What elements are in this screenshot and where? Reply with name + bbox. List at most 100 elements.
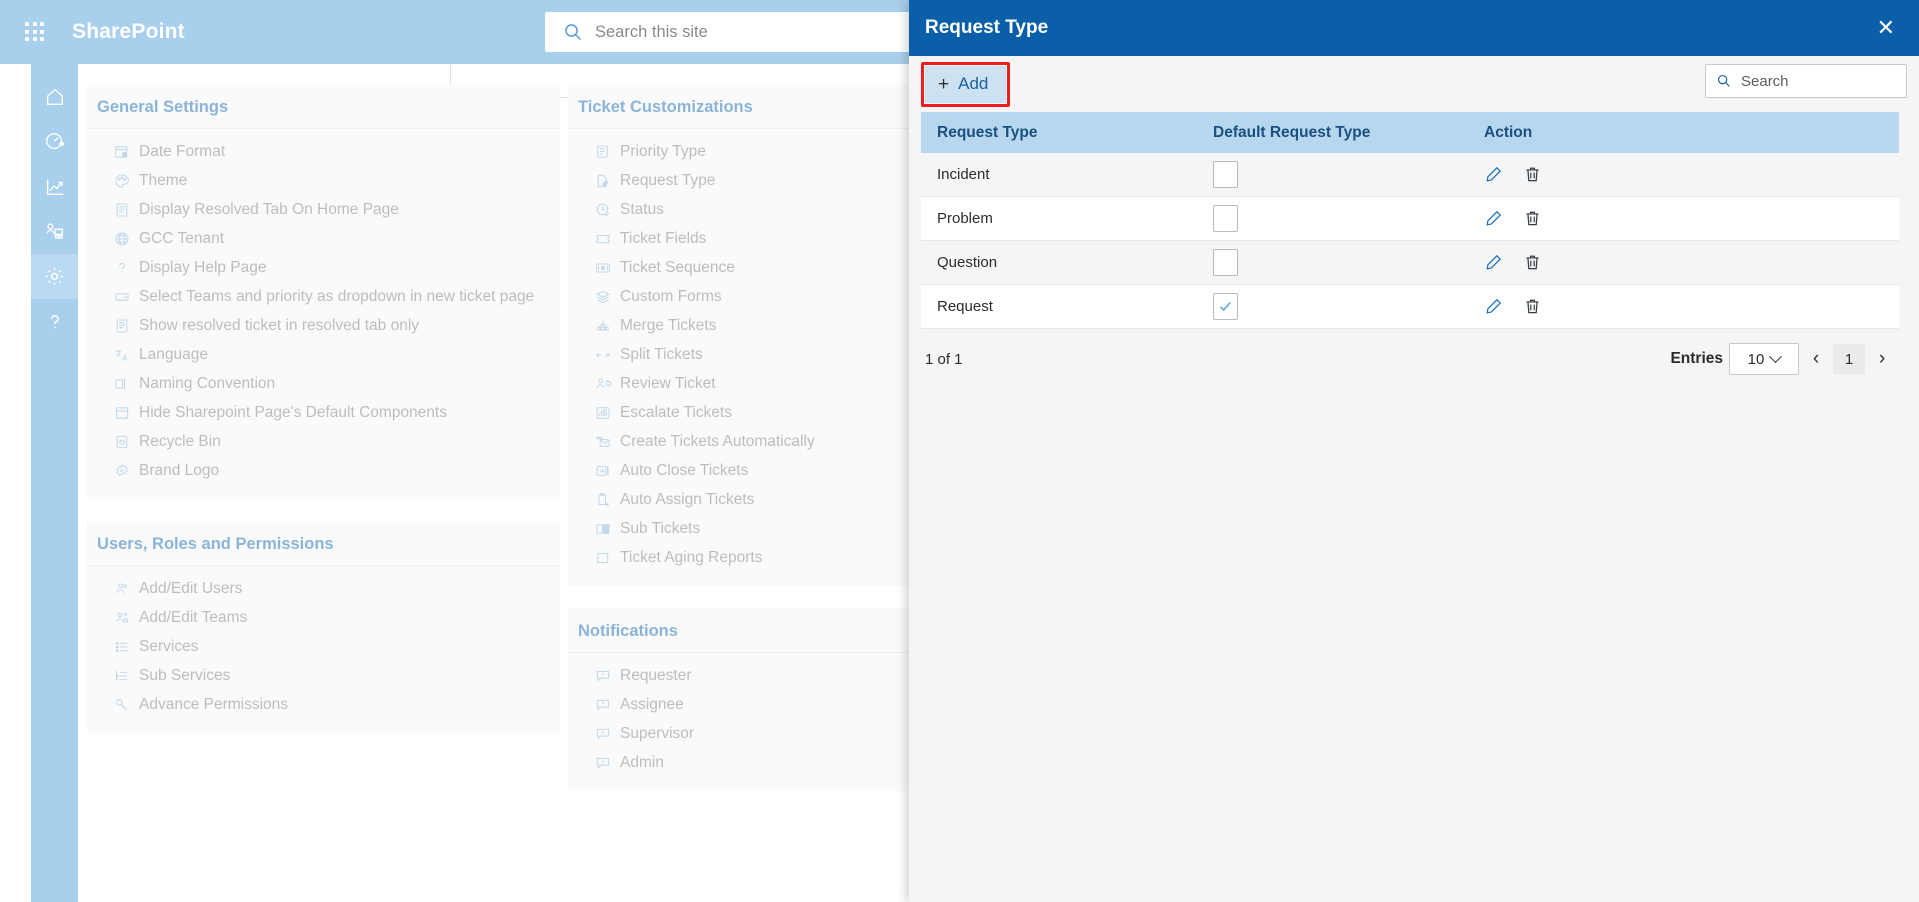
table-row: Problem [921,197,1899,241]
entries-select[interactable]: 10 [1729,343,1799,375]
column-header-default-request-type: Default Request Type [1197,112,1468,153]
list-item[interactable]: Language [87,340,560,369]
clock-check-icon [594,201,611,218]
cell-default-request-type [1197,285,1468,329]
list-item-label: Priority Type [620,143,706,161]
list-item[interactable]: Add/Edit Teams [87,603,560,632]
question-icon [113,259,130,276]
escalate-chart-icon [594,404,611,421]
add-button-label: Add [958,74,988,94]
sidebar-item-home[interactable] [31,74,78,119]
recycle-bin-icon [113,433,130,450]
cell-action [1468,285,1899,329]
sequence-icon [594,259,611,276]
list-item-label: Language [139,346,208,364]
layers-icon [594,288,611,305]
cell-action [1468,153,1899,197]
left-nav-rail [31,64,78,902]
pencil-icon[interactable] [1484,209,1503,228]
trash-icon[interactable] [1523,209,1542,228]
list-item[interactable]: GCC Tenant [87,224,560,253]
list-item-label: Request Type [620,172,715,190]
request-type-panel: Request Type ✕ + Add Search Request Type… [909,0,1919,902]
team-icon [113,609,130,626]
entries-value: 10 [1748,351,1765,368]
column-header-action: Action [1468,112,1899,153]
pencil-icon[interactable] [1484,253,1503,272]
dropdown-icon [113,288,130,305]
panel-search-box[interactable]: Search [1705,64,1907,98]
add-button[interactable]: + Add [925,66,1006,103]
default-checkbox[interactable] [1213,161,1238,188]
list-item[interactable]: Services [87,632,560,661]
plus-icon: + [938,75,949,94]
table-row: Request [921,285,1899,329]
list-item[interactable]: Select Teams and priority as dropdown in… [87,282,560,311]
sidebar-item-help[interactable] [31,299,78,344]
globe-icon [113,230,130,247]
list-item-label: Escalate Tickets [620,404,732,422]
list-item-label: Create Tickets Automatically [620,433,815,451]
default-checkbox[interactable] [1213,249,1238,276]
list-item[interactable]: Display Help Page [87,253,560,282]
pencil-icon[interactable] [1484,297,1503,316]
trash-icon[interactable] [1523,165,1542,184]
question-icon [44,311,66,333]
list-item-label: Advance Permissions [139,696,288,714]
rename-icon [113,375,130,392]
list-item-label: Display Help Page [139,259,267,277]
sidebar-item-settings[interactable] [31,254,78,299]
trash-icon[interactable] [1523,297,1542,316]
chevron-right-icon[interactable]: › [1865,342,1899,376]
app-launcher-icon[interactable] [12,22,58,42]
list-item-label: Merge Tickets [620,317,716,335]
list-item[interactable]: Sub Services [87,661,560,690]
list-item[interactable]: Theme [87,166,560,195]
card-general-settings: General Settings Date Format Theme Displ… [87,84,560,499]
window-icon [113,404,130,421]
card-title: General Settings [87,84,560,129]
document-icon [113,201,130,218]
settings-list: Add/Edit Users Add/Edit Teams Services S… [87,566,560,719]
default-checkbox[interactable] [1213,205,1238,232]
page-number[interactable]: 1 [1833,344,1865,374]
cell-request-type: Problem [921,197,1197,241]
list-item[interactable]: Brand Logo [87,456,560,485]
square-icon [594,549,611,566]
list-item-label: Sub Services [139,667,230,685]
list-item-label: Naming Convention [139,375,275,393]
sidebar-item-analytics[interactable] [31,164,78,209]
sidebar-item-dashboard[interactable] [31,119,78,164]
review-person-icon [594,375,611,392]
chevron-left-icon[interactable]: ‹ [1799,342,1833,376]
calendar-clock-icon [113,143,130,160]
table-row: Incident [921,153,1899,197]
gear-icon [43,265,66,288]
pencil-icon[interactable] [1484,165,1503,184]
list-item-label: Sub Tickets [620,520,700,538]
list-item[interactable]: Date Format [87,137,560,166]
cell-default-request-type [1197,241,1468,285]
clipboard-arrow-icon [594,491,611,508]
list-item-label: Add/Edit Teams [139,609,247,627]
list-item[interactable]: Naming Convention [87,369,560,398]
list-item-label: Theme [139,172,187,190]
list-item-label: Date Format [139,143,225,161]
list-item[interactable]: Advance Permissions [87,690,560,719]
card-title: Users, Roles and Permissions [87,521,560,566]
list-item[interactable]: Recycle Bin [87,427,560,456]
cell-request-type: Request [921,285,1197,329]
sidebar-item-teams[interactable] [31,209,78,254]
table-header-row: Request Type Default Request Type Action [921,112,1899,153]
default-checkbox[interactable] [1213,293,1238,320]
close-icon[interactable]: ✕ [1877,17,1895,39]
cell-action [1468,241,1899,285]
list-item[interactable]: Hide Sharepoint Page's Default Component… [87,398,560,427]
list-item-label: Add/Edit Users [139,580,242,598]
list-item[interactable]: Show resolved ticket in resolved tab onl… [87,311,560,340]
alert-bubble-icon [594,667,611,684]
list-item[interactable]: Display Resolved Tab On Home Page [87,195,560,224]
list-item[interactable]: Add/Edit Users [87,574,560,603]
trash-icon[interactable] [1523,253,1542,272]
brand-title[interactable]: SharePoint [72,20,185,44]
